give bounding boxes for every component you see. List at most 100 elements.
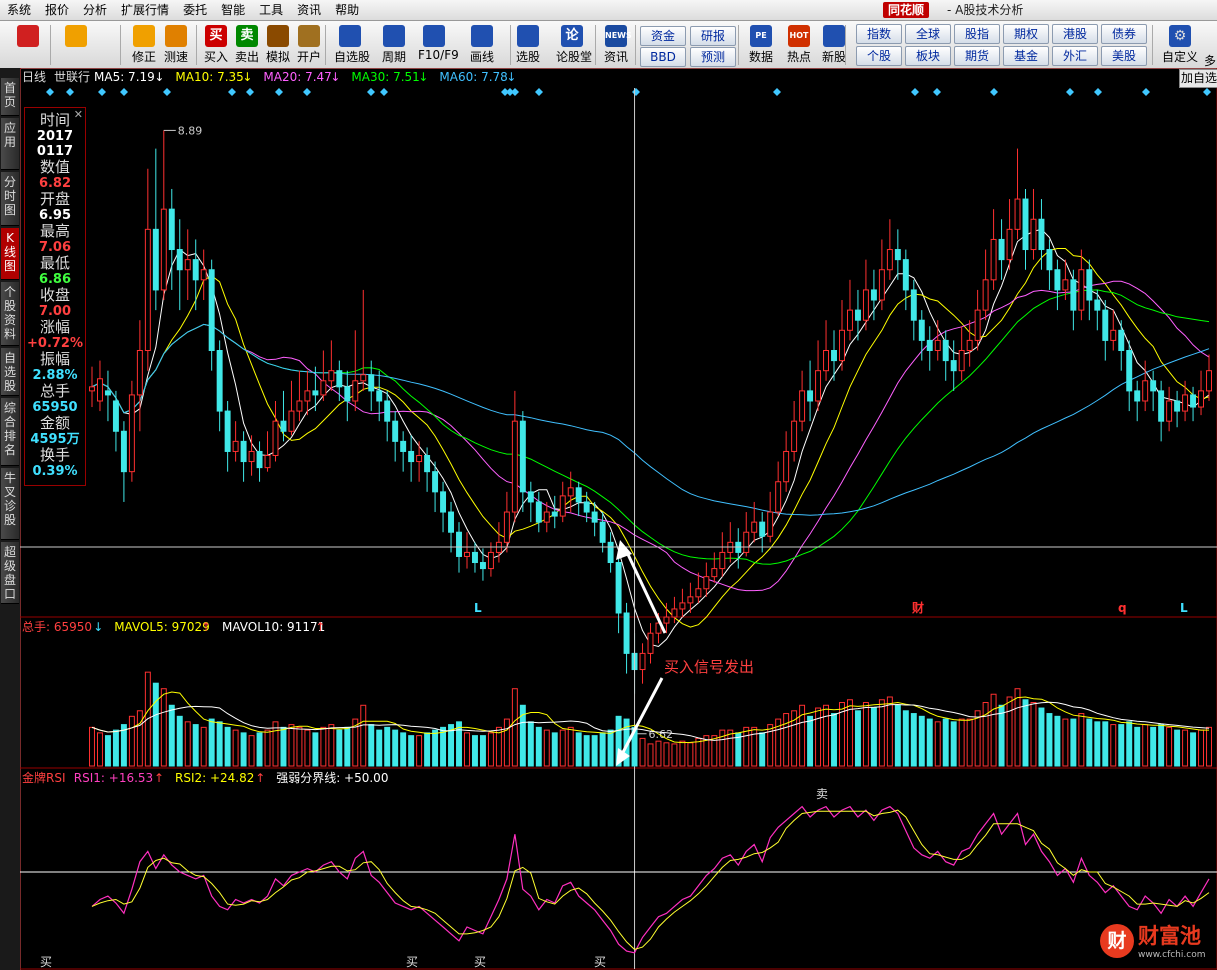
- signal-arrow-up-icon: [623, 547, 667, 634]
- sidebar-tab-1[interactable]: 应用: [1, 118, 19, 170]
- candle-body: [870, 289, 877, 301]
- volume-bar: [376, 729, 383, 767]
- up-down-arrows-icon: [133, 25, 155, 47]
- menu-item-3[interactable]: 扩展行情: [114, 0, 176, 20]
- candle-body: [89, 386, 95, 392]
- volume-bar: [360, 704, 367, 767]
- candle-body: [527, 491, 534, 503]
- market-button[interactable]: 个股: [856, 46, 902, 66]
- sidebar-tab-8[interactable]: 超级盘口: [1, 542, 19, 604]
- quick-button[interactable]: 预测: [690, 47, 736, 67]
- watermark-glyph: 财: [1100, 924, 1134, 958]
- info-value: 0117: [36, 144, 74, 159]
- clock-icon: [165, 25, 187, 47]
- toolbar-button-news[interactable]: NEWS 资讯: [600, 23, 632, 66]
- stock-name: 世联行: [54, 70, 90, 84]
- toolbar-button-forum[interactable]: 论论股堂: [556, 23, 592, 66]
- volume-bar: [687, 742, 694, 767]
- candle-body: [950, 360, 957, 372]
- rsi-arrow-icon: ↑: [154, 771, 164, 785]
- toolbar-separator: [738, 25, 739, 65]
- candle-body: [607, 541, 614, 564]
- candles: [89, 130, 1212, 694]
- toolbar-button-pen[interactable]: 画线: [466, 23, 498, 66]
- toolbar-button-star[interactable]: 自选股: [334, 23, 370, 66]
- toolbar-button-sell[interactable]: 卖卖出: [231, 23, 263, 66]
- toolbar-button-back-arrow[interactable]: [60, 23, 92, 66]
- info-label: 涨幅: [39, 318, 70, 336]
- sidebar-tab-6[interactable]: 综合排名: [1, 398, 19, 466]
- event-diamond-icon: [66, 88, 74, 96]
- candle-body: [663, 616, 670, 624]
- market-button[interactable]: 港股: [1052, 24, 1098, 44]
- toolbar-label: 自定义: [1162, 50, 1199, 64]
- market-button[interactable]: 板块: [905, 46, 951, 66]
- volume-bar: [1142, 724, 1149, 767]
- menu-item-1[interactable]: 报价: [38, 0, 76, 20]
- menu-item-6[interactable]: 工具: [252, 0, 290, 20]
- quick-button[interactable]: 研报: [690, 26, 736, 46]
- ma-arrow-icon: ↓: [154, 70, 164, 84]
- candle-body: [671, 608, 678, 618]
- market-button[interactable]: 期货: [954, 46, 1000, 66]
- sidebar-tab-5[interactable]: 自选股: [1, 348, 19, 396]
- menu-item-0[interactable]: 系统: [0, 0, 38, 20]
- volume-bar: [878, 699, 885, 767]
- volume-bar: [424, 732, 431, 767]
- market-button[interactable]: 期权: [1003, 24, 1049, 44]
- menu-item-8[interactable]: 帮助: [328, 0, 366, 20]
- toolbar-button-hammer[interactable]: 模拟: [262, 23, 294, 66]
- market-button[interactable]: 美股: [1101, 46, 1147, 66]
- toolbar-button-buy[interactable]: 买买入: [200, 23, 232, 66]
- custom-button[interactable]: ⚙ 自定义: [1162, 23, 1198, 66]
- candle-body: [96, 378, 103, 402]
- sidebar-tab-3[interactable]: K线图: [1, 228, 19, 280]
- menu-item-2[interactable]: 分析: [76, 0, 114, 20]
- more-button[interactable]: 多: [1204, 52, 1216, 69]
- toolbar-button-lock[interactable]: 开户: [293, 23, 325, 66]
- market-button[interactable]: 债券: [1101, 24, 1147, 44]
- candle-body: [998, 238, 1005, 261]
- market-button[interactable]: 股指: [954, 24, 1000, 44]
- add-favorite-button[interactable]: 加自选: [1179, 69, 1217, 88]
- volume-bar: [1158, 724, 1165, 767]
- info-label: 振幅: [39, 350, 70, 368]
- market-button[interactable]: 基金: [1003, 46, 1049, 66]
- toolbar-button-cycle[interactable]: 周期: [378, 23, 410, 66]
- sidebar-tab-4[interactable]: 个股资料: [1, 282, 19, 346]
- menu-item-4[interactable]: 委托: [176, 0, 214, 20]
- volume-bar: [312, 732, 319, 767]
- kline-chart[interactable]: 日线 世联行 MA5: 7.19 ↓ MA10: 7.35↓ MA20: 7.47↓ MA3…: [20, 68, 1217, 970]
- menu-item-5[interactable]: 智能: [214, 0, 252, 20]
- toolbar-button-grid[interactable]: [12, 23, 44, 66]
- volume-bar: [296, 726, 303, 767]
- market-button[interactable]: 全球: [905, 24, 951, 44]
- ma60-line: [91, 323, 1210, 516]
- volume-bar: [1182, 729, 1189, 767]
- toolbar-button-clock[interactable]: 测速: [160, 23, 192, 66]
- toolbar-button-pe[interactable]: PE 数据: [745, 23, 777, 66]
- volume-bar: [1046, 713, 1053, 767]
- toolbar-button-up-down-arrows[interactable]: 修正: [128, 23, 160, 66]
- grid-icon: [17, 25, 39, 47]
- sidebar-tab-2[interactable]: 分时图: [1, 172, 19, 226]
- candle-body: [910, 289, 917, 321]
- market-button[interactable]: 指数: [856, 24, 902, 44]
- toolbar-button-f10[interactable]: F10/F9: [418, 23, 459, 66]
- brand-logo: 同花顺: [883, 2, 930, 18]
- rsi-buy-label: 买: [594, 955, 606, 969]
- candle-body: [926, 339, 933, 351]
- toolbar-button-hot[interactable]: HOT 热点: [783, 23, 815, 66]
- menu-item-7[interactable]: 资讯: [290, 0, 328, 20]
- rsi-arrow-icon: ↑: [255, 771, 265, 785]
- quick-button[interactable]: 资金: [640, 26, 686, 46]
- quick-button[interactable]: BBD: [640, 47, 686, 67]
- toolbar-button-monitor[interactable]: 选股: [512, 23, 544, 66]
- candle-body: [567, 487, 574, 497]
- sidebar-tab-7[interactable]: 牛叉诊股: [1, 468, 19, 540]
- sidebar-tab-0[interactable]: 首页: [1, 78, 19, 116]
- market-button[interactable]: 外汇: [1052, 46, 1098, 66]
- candle-body: [448, 511, 455, 533]
- volume-bar: [543, 729, 550, 767]
- volume-bar: [1198, 729, 1205, 767]
